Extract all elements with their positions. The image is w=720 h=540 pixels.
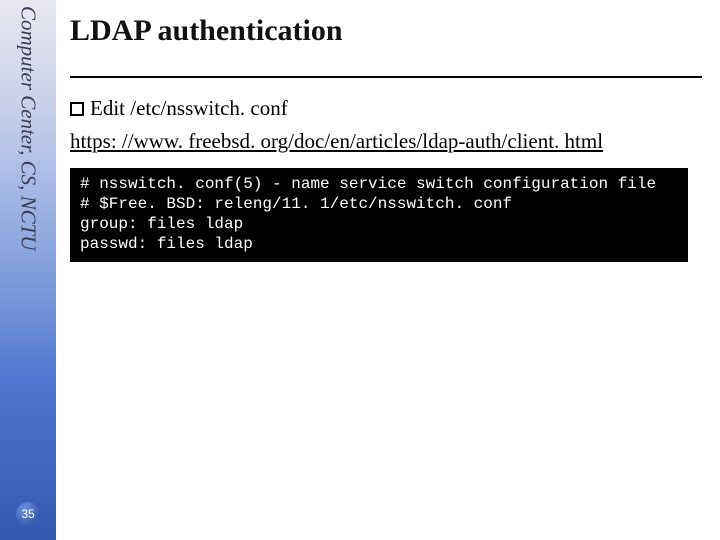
bullet-text: Edit /etc/nsswitch. conf — [90, 96, 288, 120]
square-bullet-icon — [70, 102, 84, 116]
reference-link[interactable]: https: //www. freebsd. org/doc/en/articl… — [70, 129, 702, 154]
sidebar: Computer Center, CS, NCTU 35 — [0, 0, 56, 540]
bullet-item: Edit /etc/nsswitch. conf — [70, 96, 702, 121]
code-block: # nsswitch. conf(5) - name service switc… — [70, 168, 688, 262]
title-divider — [70, 76, 702, 78]
page-number-badge: 35 — [16, 502, 40, 526]
slide-title: LDAP authentication — [70, 14, 702, 48]
slide-content: LDAP authentication Edit /etc/nsswitch. … — [70, 14, 702, 262]
sidebar-org-label: Computer Center, CS, NCTU — [16, 6, 41, 250]
